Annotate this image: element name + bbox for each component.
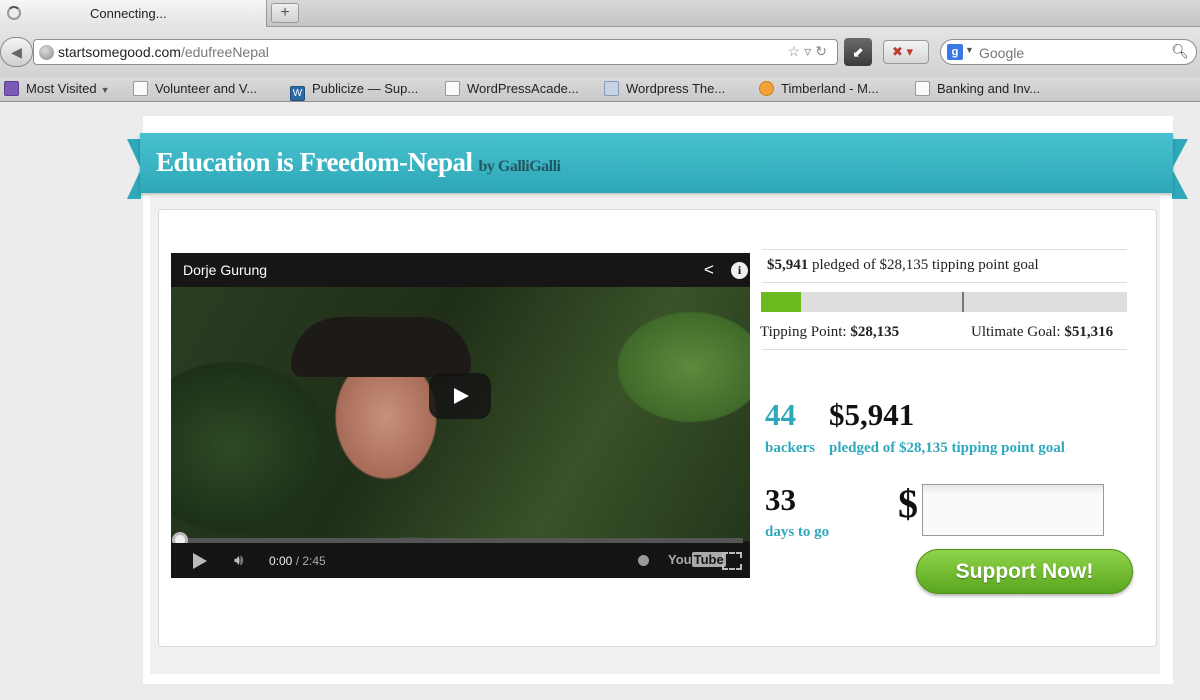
info-icon[interactable]: i [731,262,748,279]
by-prefix: by [478,158,495,175]
days-label: days to go [765,524,830,540]
video-duration: 2:45 [302,554,326,568]
pledge-summary-text: pledged of $28,135 tipping point goal [812,257,1039,273]
address-bar[interactable]: startsomegood.com/edufreeNepal ☆▿↻ [33,39,838,65]
tipping-point: Tipping Point: $28,135 [760,324,899,341]
tab-title: Connecting... [90,6,167,21]
url-actions: ☆▿↻ [788,43,831,60]
divider [762,249,1127,250]
browser-tab[interactable]: Connecting... [0,0,267,27]
bookmarks-bar: Most Visited ▼ Volunteer and V... W Public… [0,77,1200,102]
youtube-logo-you: You [668,552,692,567]
pledged-total: $5,941 [829,397,915,432]
video-current-time: 0:00 [269,554,293,568]
video-player[interactable]: Dorje Gurung < i 🔊︎ 0:00 / 2:45 You Tube [171,253,750,578]
campaign-header-ribbon: Education is Freedom-Nepal by GalliGalli [140,133,1173,193]
play-button-large[interactable] [429,373,491,419]
back-arrow-icon: ◀ [11,44,22,60]
search-bar[interactable]: g ▼ Google 🔍︎ [940,39,1197,65]
divider [762,282,1127,283]
addon-button[interactable]: ✖ ▾ [883,40,929,64]
pledge-amount-input[interactable] [922,484,1104,536]
search-input[interactable]: Google [979,45,1024,61]
loading-spinner-icon [7,6,21,20]
ultimate-goal: Ultimate Goal: $51,316 [971,324,1113,341]
annotations-icon[interactable] [638,555,649,566]
chevron-down-icon[interactable]: ▼ [965,45,974,55]
bookmark-volunteer[interactable]: Volunteer and V... [133,81,257,96]
video-author[interactable]: Dorje Gurung [183,262,267,278]
youtube-logo-icon[interactable]: You Tube [668,552,726,567]
url-domain: startsomegood.com [58,44,181,60]
pledge-summary: $5,941 pledged of $28,135 tipping point … [767,257,1039,274]
bookmark-label: Banking and Inv... [937,81,1041,96]
bookmark-label: Timberland - M... [781,81,879,96]
tipping-point-label: Tipping Point: [760,324,847,340]
download-icon: ⬋ [852,44,864,60]
funding-progress-bar [761,292,1127,312]
days-count: 33 [765,482,796,517]
bookmark-wordpress-theme[interactable]: Wordpress The... [604,81,725,96]
chevron-down-icon: ▼ [100,85,110,95]
bookmark-label: Volunteer and V... [155,81,258,96]
fullscreen-icon[interactable] [722,552,742,570]
backers-count: 44 [765,397,796,432]
campaign-title: Education is Freedom-Nepal by GalliGalli [156,147,561,178]
ultimate-goal-value: $51,316 [1064,324,1114,340]
bookmark-star-icon[interactable]: ☆ [788,43,805,59]
video-time: 0:00 / 2:45 [269,554,326,568]
video-controls: 🔊︎ 0:00 / 2:45 You Tube [171,543,750,578]
ribbon-tail-right [1172,139,1188,199]
play-icon[interactable] [193,553,207,569]
tipping-point-value: $28,135 [850,324,900,340]
most-visited-icon [4,81,19,96]
url-path: /edufreeNepal [180,44,269,60]
new-tab-button[interactable]: + [271,3,299,23]
bookmark-publicize[interactable]: W Publicize — Sup... [290,81,418,101]
bookmark-label: Most Visited [26,81,97,96]
bookmark-label: Wordpress The... [626,81,726,96]
search-icon[interactable]: 🔍︎ [1171,43,1189,60]
funding-progress-fill [761,292,801,312]
reload-icon[interactable]: ↻ [815,43,831,59]
page-icon [915,81,930,96]
google-icon[interactable]: g [947,44,963,60]
bookmark-most-visited[interactable]: Most Visited ▼ [4,81,110,96]
support-now-button[interactable]: Support Now! [916,549,1133,594]
globe-icon [39,45,54,60]
currency-symbol: $ [898,481,918,526]
download-button[interactable]: ⬋ [844,38,872,66]
timberland-icon [759,81,774,96]
url-text[interactable]: startsomegood.com/edufreeNepal [58,44,269,60]
addon-icon: ✖ ▾ [892,44,914,59]
bookmark-banking[interactable]: Banking and Inv... [915,81,1040,96]
page-icon [133,81,148,96]
divider [762,349,1127,350]
bottle-icon [604,81,619,96]
tab-bar: Connecting... + [0,0,1200,27]
campaign-author[interactable]: GalliGalli [498,158,561,175]
campaign-title-text: Education is Freedom-Nepal [156,147,473,177]
backers-label: backers [765,440,815,456]
volume-icon[interactable]: 🔊︎ [234,552,243,569]
back-button[interactable]: ◀ [0,37,33,67]
wordpress-icon: W [290,86,305,101]
video-subject-hair [291,317,471,377]
ribbon-tail-left [127,139,141,199]
bookmark-timberland[interactable]: Timberland - M... [759,81,879,96]
bookmark-label: WordPressAcade... [467,81,579,96]
bookmark-wordpressacademy[interactable]: WordPressAcade... [445,81,579,96]
video-title-bar: Dorje Gurung < i [171,253,750,287]
dropdown-arrow-icon[interactable]: ▿ [804,43,815,59]
tipping-point-marker [962,292,964,312]
navigation-bar: ◀ startsomegood.com/edufreeNepal ☆▿↻ ⬋ ✖… [0,27,1200,77]
pledged-label: pledged of $28,135 tipping point goal [829,440,1065,456]
bookmark-label: Publicize — Sup... [312,81,419,96]
pledged-amount: $5,941 [767,257,809,273]
ultimate-goal-label: Ultimate Goal: [971,324,1061,340]
page-icon [445,81,460,96]
youtube-logo-tube: Tube [691,552,726,567]
share-icon[interactable]: < [704,260,714,280]
